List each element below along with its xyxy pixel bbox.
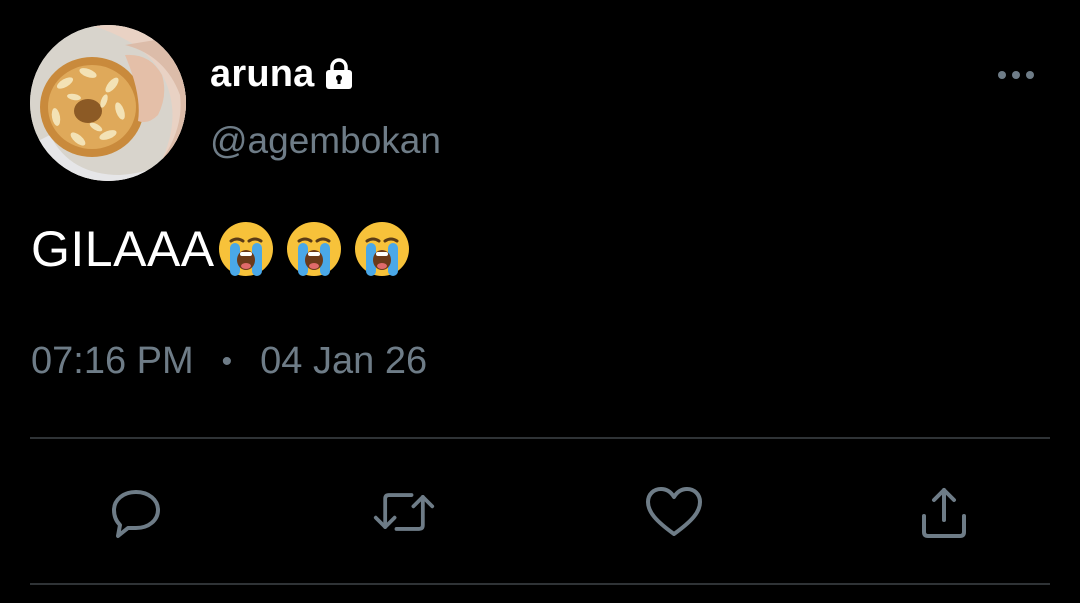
tweet-time[interactable]: 07:16 PM <box>31 340 194 383</box>
display-name[interactable]: aruna <box>210 53 314 96</box>
name-row: aruna <box>210 52 356 96</box>
divider <box>30 437 1050 439</box>
reply-button[interactable] <box>104 480 168 544</box>
share-icon <box>922 488 966 538</box>
more-options-button[interactable] <box>994 58 1038 92</box>
tweet-card: aruna @agembokan GILAAA 07:16 PM • 04 Ja… <box>0 0 1080 603</box>
avatar[interactable] <box>30 25 186 181</box>
tweet-date[interactable]: 04 Jan 26 <box>260 340 427 383</box>
divider <box>30 583 1050 585</box>
meta-separator: • <box>221 344 233 378</box>
loudly-crying-face-icon <box>354 222 409 276</box>
tweet-text-body: GILAAA <box>31 221 215 277</box>
like-button[interactable] <box>642 480 706 544</box>
heart-icon <box>646 487 702 536</box>
retweet-button[interactable] <box>372 480 436 544</box>
action-bar <box>0 480 1080 544</box>
loudly-crying-face-icon <box>286 222 341 276</box>
emoji-group <box>217 220 411 278</box>
loudly-crying-face-icon <box>218 222 273 276</box>
share-button[interactable] <box>912 480 976 544</box>
retweet-icon <box>373 493 435 531</box>
more-icon <box>998 71 1034 79</box>
reply-icon <box>112 490 160 538</box>
lock-icon <box>322 57 356 91</box>
user-handle[interactable]: @agembokan <box>210 120 441 162</box>
donut-photo-icon <box>30 25 186 181</box>
tweet-meta: 07:16 PM • 04 Jan 26 <box>31 340 427 383</box>
tweet-text: GILAAA <box>31 220 411 278</box>
